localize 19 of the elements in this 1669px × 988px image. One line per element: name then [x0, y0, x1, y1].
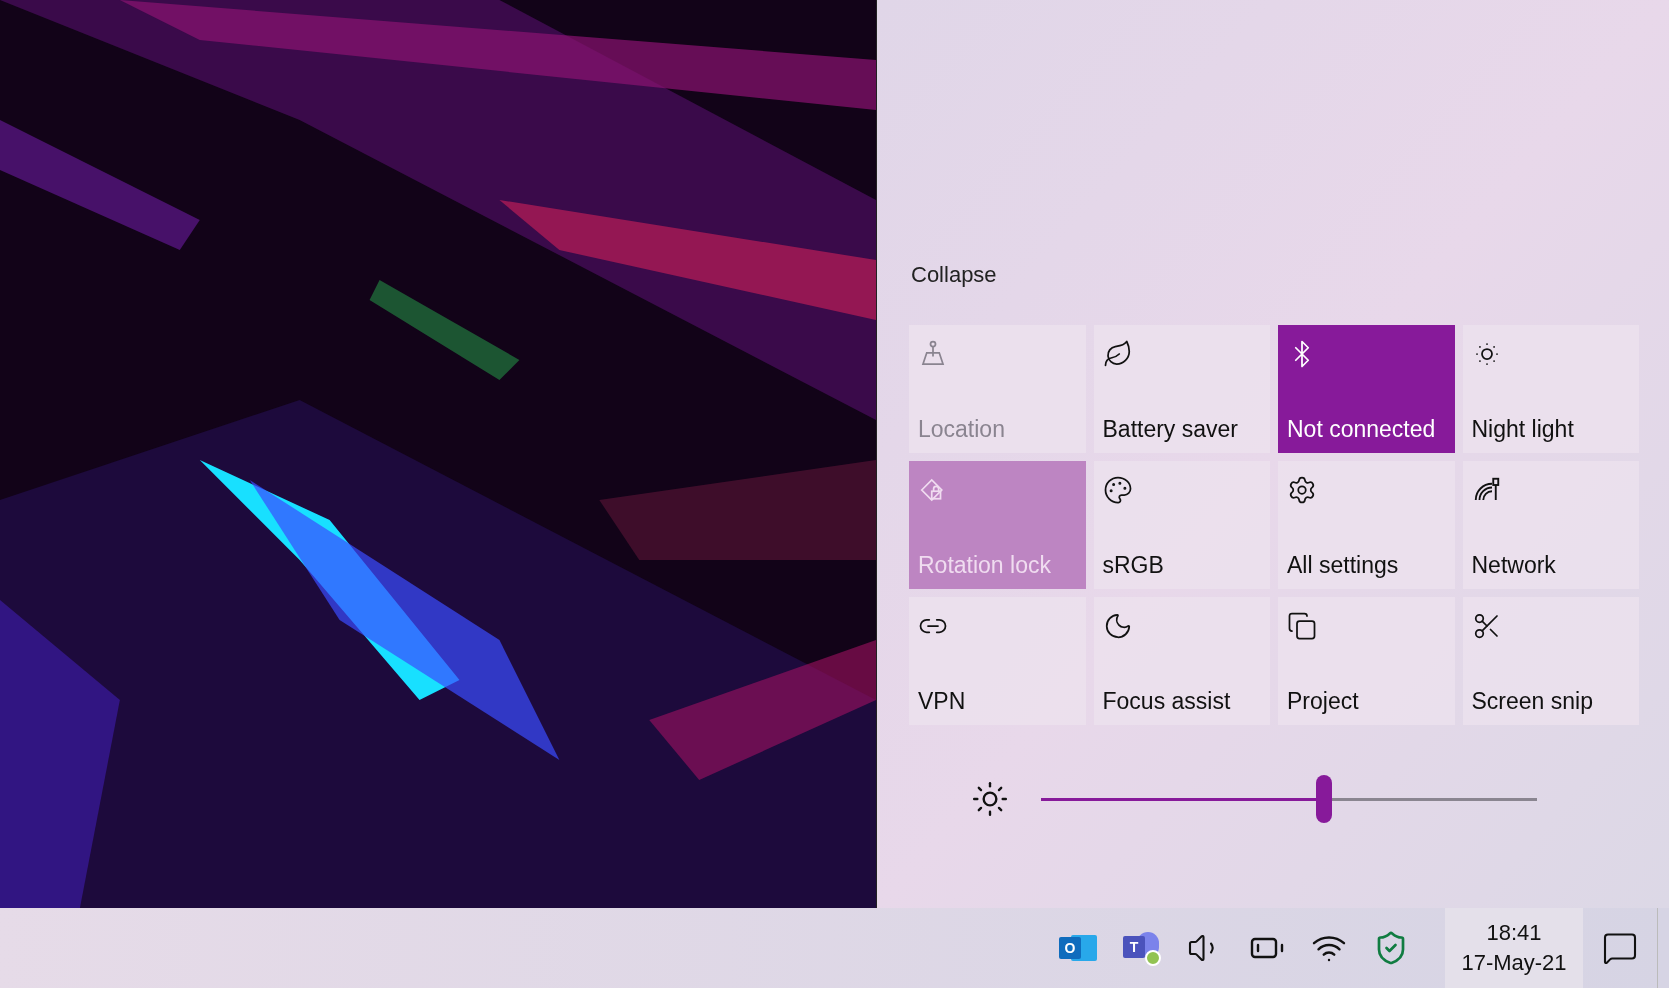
brightness-icon [971, 780, 1009, 818]
settings-icon [1287, 475, 1317, 505]
quick-action-tile[interactable]: Project [1278, 597, 1455, 725]
quick-action-tile[interactable]: sRGB [1093, 461, 1270, 589]
notifications-icon[interactable] [1602, 930, 1638, 966]
slider-thumb[interactable] [1315, 775, 1332, 823]
quick-action-tile[interactable]: Focus assist [1093, 597, 1270, 725]
quick-action-tile[interactable]: Battery saver [1093, 325, 1270, 453]
palette-icon [1102, 475, 1133, 505]
quick-action-tile[interactable]: Not connected [1278, 325, 1455, 453]
project-icon [1287, 611, 1317, 641]
clock[interactable]: 18:41 17-May-21 [1445, 908, 1583, 988]
quick-action-tile[interactable]: VPN [909, 597, 1086, 725]
collapse-link[interactable]: Collapse [909, 258, 997, 291]
quick-action-tile[interactable]: All settings [1278, 461, 1455, 589]
quick-action-tile[interactable]: Network [1462, 461, 1639, 589]
leaf-icon [1102, 339, 1133, 369]
quick-action-tile[interactable]: Screen snip [1462, 597, 1639, 725]
quick-action-tile[interactable]: Night light [1462, 325, 1639, 453]
